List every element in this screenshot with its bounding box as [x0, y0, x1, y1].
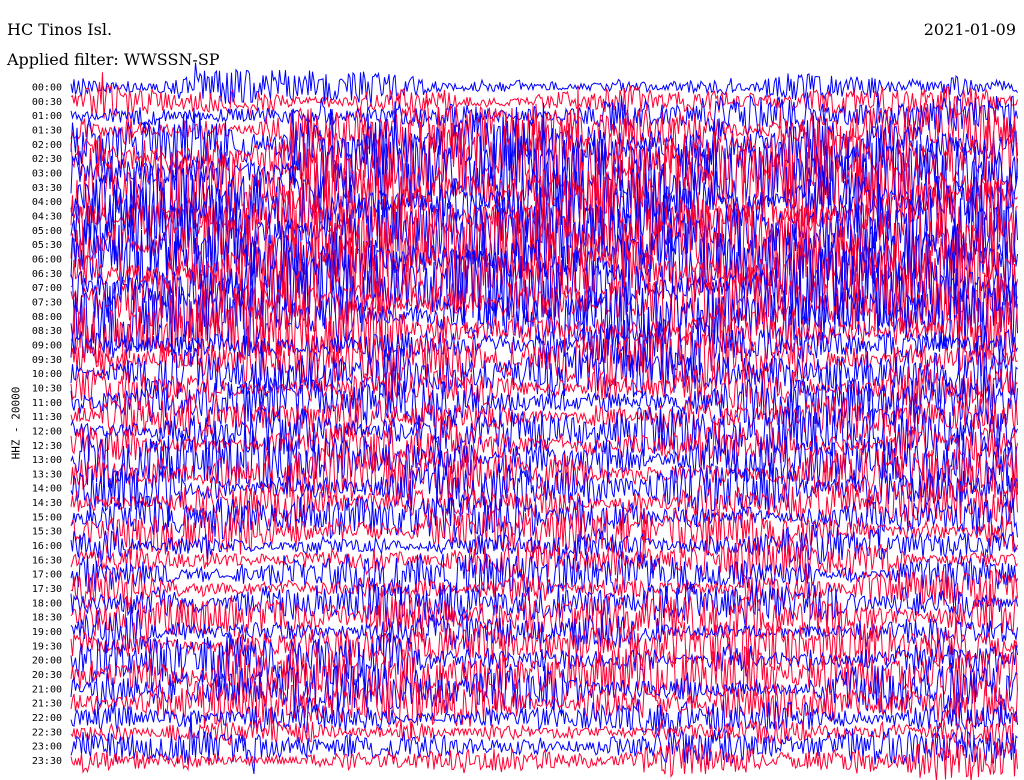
row-time-label: 02:30	[32, 154, 62, 165]
row-time-label: 11:30	[32, 412, 62, 423]
row-time-label: 08:30	[32, 326, 62, 337]
row-time-label: 22:30	[32, 727, 62, 738]
row-time-label: 09:00	[32, 340, 62, 351]
row-time-label: 11:00	[32, 398, 62, 409]
row-time-label: 03:00	[32, 168, 62, 179]
row-time-label: 18:30	[32, 613, 62, 624]
row-time-label: 13:30	[32, 469, 62, 480]
row-time-label: 21:30	[32, 699, 62, 710]
row-time-label: 06:30	[32, 269, 62, 280]
row-time-label: 13:00	[32, 455, 62, 466]
row-time-label: 05:30	[32, 240, 62, 251]
row-time-label: 00:00	[32, 83, 62, 94]
row-time-label: 01:30	[32, 125, 62, 136]
row-time-label: 14:30	[32, 498, 62, 509]
row-time-label: 09:30	[32, 355, 62, 366]
row-time-label: 19:00	[32, 627, 62, 638]
trace-row	[70, 62, 1018, 107]
row-time-label: 15:00	[32, 512, 62, 523]
row-labels: 00:00 00:30 01:00 01:30 02:00 02:30 03:00 03:30…	[32, 83, 62, 768]
row-time-label: 00:30	[32, 97, 62, 108]
row-time-label: 21:00	[32, 684, 62, 695]
row-time-label: 18:00	[32, 598, 62, 609]
row-time-label: 17:00	[32, 570, 62, 581]
row-time-label: 12:30	[32, 441, 62, 452]
row-time-label: 20:30	[32, 670, 62, 681]
row-time-label: 14:00	[32, 484, 62, 495]
row-time-label: 05:00	[32, 226, 62, 237]
row-time-label: 16:00	[32, 541, 62, 552]
row-time-label: 22:00	[32, 713, 62, 724]
row-time-label: 08:00	[32, 312, 62, 323]
row-time-label: 16:30	[32, 555, 62, 566]
row-time-label: 10:00	[32, 369, 62, 380]
row-time-label: 04:30	[32, 211, 62, 222]
trace-row	[70, 567, 1018, 610]
trace-group	[70, 62, 1018, 780]
row-time-label: 04:00	[32, 197, 62, 208]
row-time-label: 17:30	[32, 584, 62, 595]
row-time-label: 02:00	[32, 140, 62, 151]
row-time-label: 20:00	[32, 656, 62, 667]
row-time-label: 19:30	[32, 641, 62, 652]
helicorder-plot: 00:00 00:30 01:00 01:30 02:00 02:30 03:00 03:30…	[32, 62, 1018, 780]
row-time-label: 12:00	[32, 426, 62, 437]
row-time-label: 07:30	[32, 297, 62, 308]
row-time-label: 01:00	[32, 111, 62, 122]
row-time-label: 10:30	[32, 383, 62, 394]
row-time-label: 23:30	[32, 756, 62, 767]
row-time-label: 07:00	[32, 283, 62, 294]
row-time-label: 06:00	[32, 254, 62, 265]
row-time-label: 15:30	[32, 527, 62, 538]
row-time-label: 23:00	[32, 742, 62, 753]
row-time-label: 03:30	[32, 183, 62, 194]
